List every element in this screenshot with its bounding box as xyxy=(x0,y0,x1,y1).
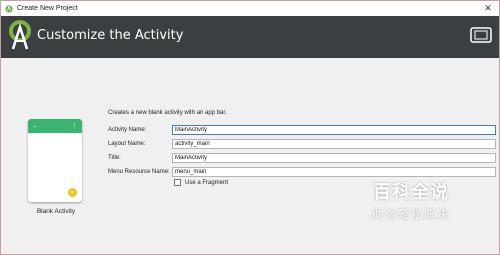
watermark-main: 百科全说 xyxy=(373,182,449,203)
title-input[interactable] xyxy=(172,152,496,163)
activity-name-input[interactable] xyxy=(172,124,496,135)
activity-name-label: Activity Name: xyxy=(108,126,147,133)
fab-icon: ✉ xyxy=(68,188,77,197)
page-title: Customize the Activity xyxy=(37,28,184,43)
content-area: ← ⋮ ✉ Blank Activity Creates a new blank… xyxy=(1,58,499,255)
android-studio-icon xyxy=(5,4,13,13)
page-header: Customize the Activity xyxy=(1,16,499,58)
activity-name-row: Activity Name: xyxy=(108,124,496,135)
template-preview[interactable]: ← ⋮ ✉ xyxy=(28,119,82,202)
form-description: Creates a new blank activity with an app… xyxy=(108,110,227,116)
layout-name-row: Layout Name: xyxy=(108,138,496,149)
overflow-menu-icon: ⋮ xyxy=(71,123,78,130)
use-fragment-checkbox[interactable] xyxy=(174,179,181,186)
use-fragment-label: Use a Fragment xyxy=(185,179,229,186)
use-fragment-row[interactable]: Use a Fragment xyxy=(174,179,228,186)
window-title: Create New Project xyxy=(17,5,78,12)
android-studio-logo-icon xyxy=(9,20,31,50)
arrow-left-icon: ← xyxy=(32,122,39,130)
device-frame-icon xyxy=(470,27,492,43)
title-row: Title: xyxy=(108,152,496,163)
menu-resource-label: Menu Resource Name: xyxy=(108,168,170,175)
menu-resource-input[interactable] xyxy=(172,166,496,177)
title-label: Title: xyxy=(108,154,121,161)
watermark: 百科全说 助你轻松解决 xyxy=(351,178,471,238)
template-name: Blank Activity xyxy=(36,208,76,215)
layout-name-input[interactable] xyxy=(172,138,496,149)
window-titlebar: Create New Project ✕ xyxy=(1,1,499,16)
watermark-sub: 助你轻松解决 xyxy=(372,208,450,221)
close-button[interactable]: ✕ xyxy=(479,3,497,14)
preview-app-bar: ← ⋮ xyxy=(28,119,82,133)
layout-name-label: Layout Name: xyxy=(108,140,146,147)
menu-resource-row: Menu Resource Name: xyxy=(108,166,496,177)
